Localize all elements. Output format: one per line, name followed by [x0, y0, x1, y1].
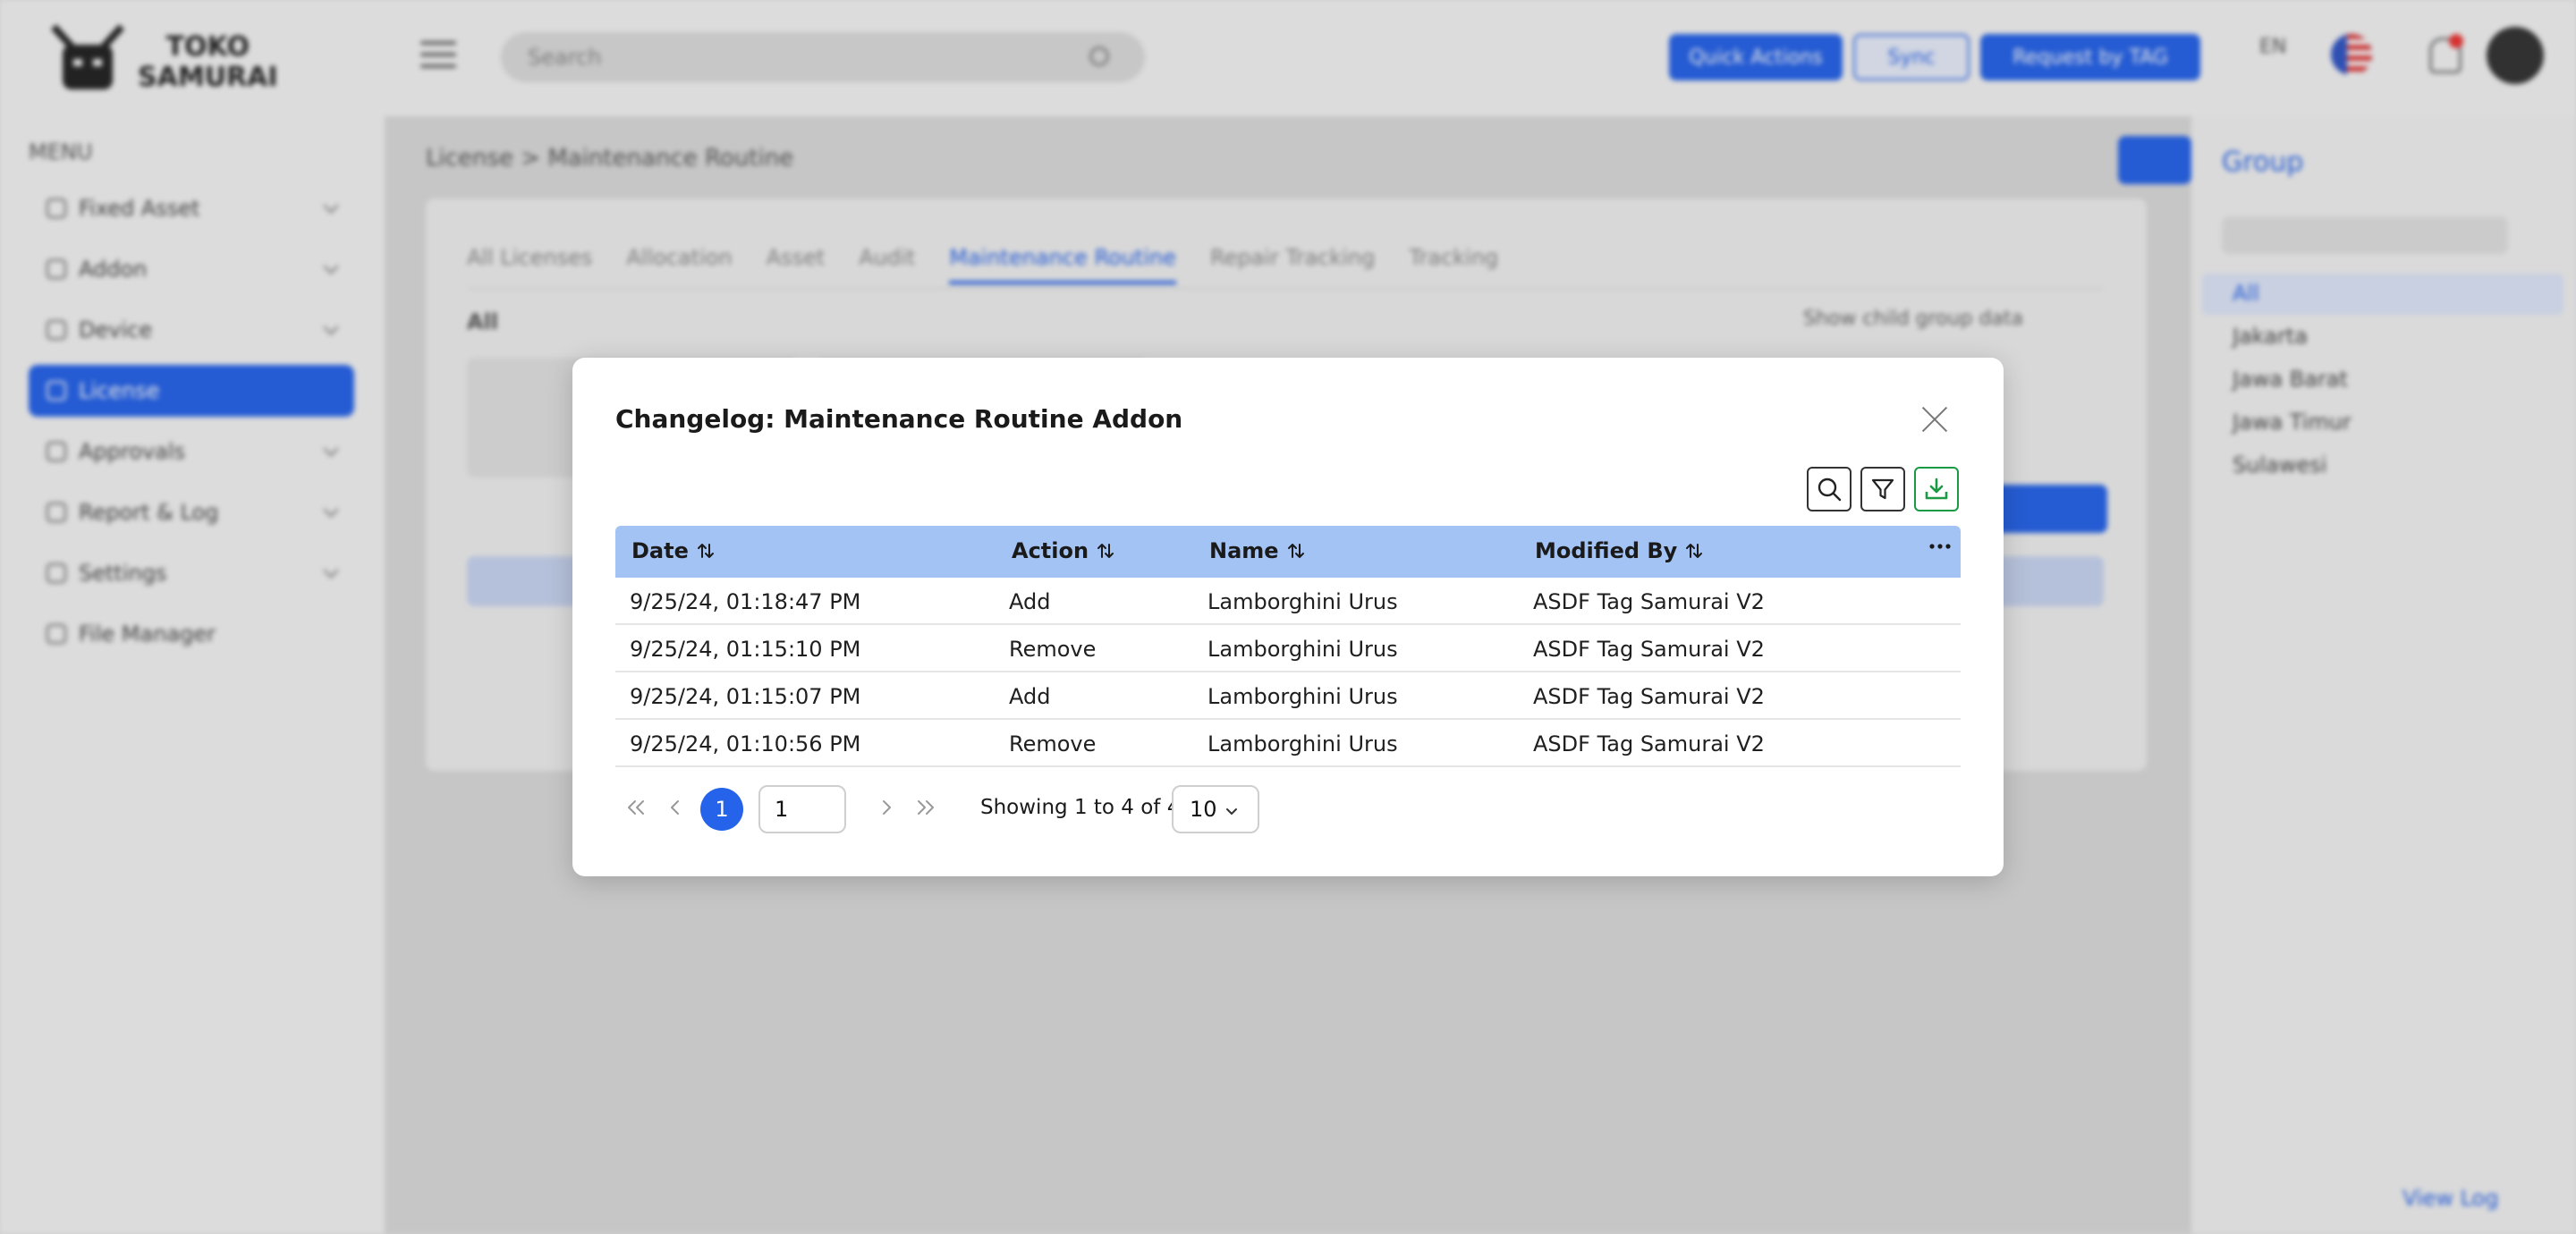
cell-date: 9/25/24, 01:18:47 PM: [630, 589, 861, 614]
column-label: Date: [631, 538, 689, 563]
cell-action: Add: [1009, 589, 1051, 614]
changelog-table: Date Action Name Modified By 9/25/24, 01…: [615, 526, 1961, 767]
column-header-name[interactable]: Name: [1209, 538, 1306, 563]
column-header-modified-by[interactable]: Modified By: [1535, 538, 1704, 563]
column-header-date[interactable]: Date: [631, 538, 716, 563]
sort-icon: [1286, 541, 1306, 561]
cell-name: Lamborghini Urus: [1208, 589, 1398, 614]
cell-name: Lamborghini Urus: [1208, 684, 1398, 709]
table-row[interactable]: 9/25/24, 01:15:07 PM Add Lamborghini Uru…: [615, 672, 1961, 720]
pagination: 1 Showing 1 to 4 of 4 10: [615, 783, 1420, 833]
cell-date: 9/25/24, 01:15:07 PM: [630, 684, 861, 709]
cell-date: 9/25/24, 01:15:10 PM: [630, 637, 861, 662]
column-header-action[interactable]: Action: [1012, 538, 1115, 563]
export-button[interactable]: [1914, 467, 1959, 511]
table-header: Date Action Name Modified By: [615, 526, 1961, 578]
chevron-down-icon: [1226, 808, 1237, 815]
search-button[interactable]: [1807, 467, 1852, 511]
page-number-button[interactable]: 1: [700, 788, 743, 831]
table-row[interactable]: 9/25/24, 01:18:47 PM Add Lamborghini Uru…: [615, 578, 1961, 625]
cell-modified-by: ASDF Tag Samurai V2: [1533, 731, 1765, 756]
filter-icon: [1871, 478, 1894, 500]
cell-modified-by: ASDF Tag Samurai V2: [1533, 589, 1765, 614]
cell-name: Lamborghini Urus: [1208, 637, 1398, 662]
page-size-value: 10: [1190, 797, 1217, 822]
sort-icon: [1096, 541, 1115, 561]
previous-page-icon[interactable]: [664, 796, 687, 819]
pagination-info: Showing 1 to 4 of 4: [980, 796, 1181, 819]
download-icon: [1925, 478, 1948, 500]
column-label: Action: [1012, 538, 1089, 563]
sort-icon: [696, 541, 716, 561]
sort-icon: [1684, 541, 1704, 561]
column-label: Name: [1209, 538, 1279, 563]
cell-action: Remove: [1009, 637, 1097, 662]
page-jump-input[interactable]: [758, 785, 846, 833]
cell-date: 9/25/24, 01:10:56 PM: [630, 731, 861, 756]
last-page-icon[interactable]: [914, 796, 937, 819]
search-icon: [1818, 478, 1842, 502]
more-options-icon[interactable]: [1928, 542, 1952, 551]
filter-button[interactable]: [1860, 467, 1905, 511]
cell-modified-by: ASDF Tag Samurai V2: [1533, 684, 1765, 709]
page-size-select[interactable]: 10: [1172, 785, 1259, 833]
table-row[interactable]: 9/25/24, 01:15:10 PM Remove Lamborghini …: [615, 625, 1961, 672]
table-row[interactable]: 9/25/24, 01:10:56 PM Remove Lamborghini …: [615, 720, 1961, 767]
cell-modified-by: ASDF Tag Samurai V2: [1533, 637, 1765, 662]
first-page-icon[interactable]: [624, 796, 648, 819]
modal-title: Changelog: Maintenance Routine Addon: [615, 404, 1183, 434]
cell-action: Remove: [1009, 731, 1097, 756]
next-page-icon[interactable]: [875, 796, 898, 819]
column-label: Modified By: [1535, 538, 1678, 563]
changelog-modal: Changelog: Maintenance Routine Addon Dat…: [572, 358, 2004, 876]
cell-action: Add: [1009, 684, 1051, 709]
close-icon[interactable]: [1921, 406, 1948, 433]
cell-name: Lamborghini Urus: [1208, 731, 1398, 756]
